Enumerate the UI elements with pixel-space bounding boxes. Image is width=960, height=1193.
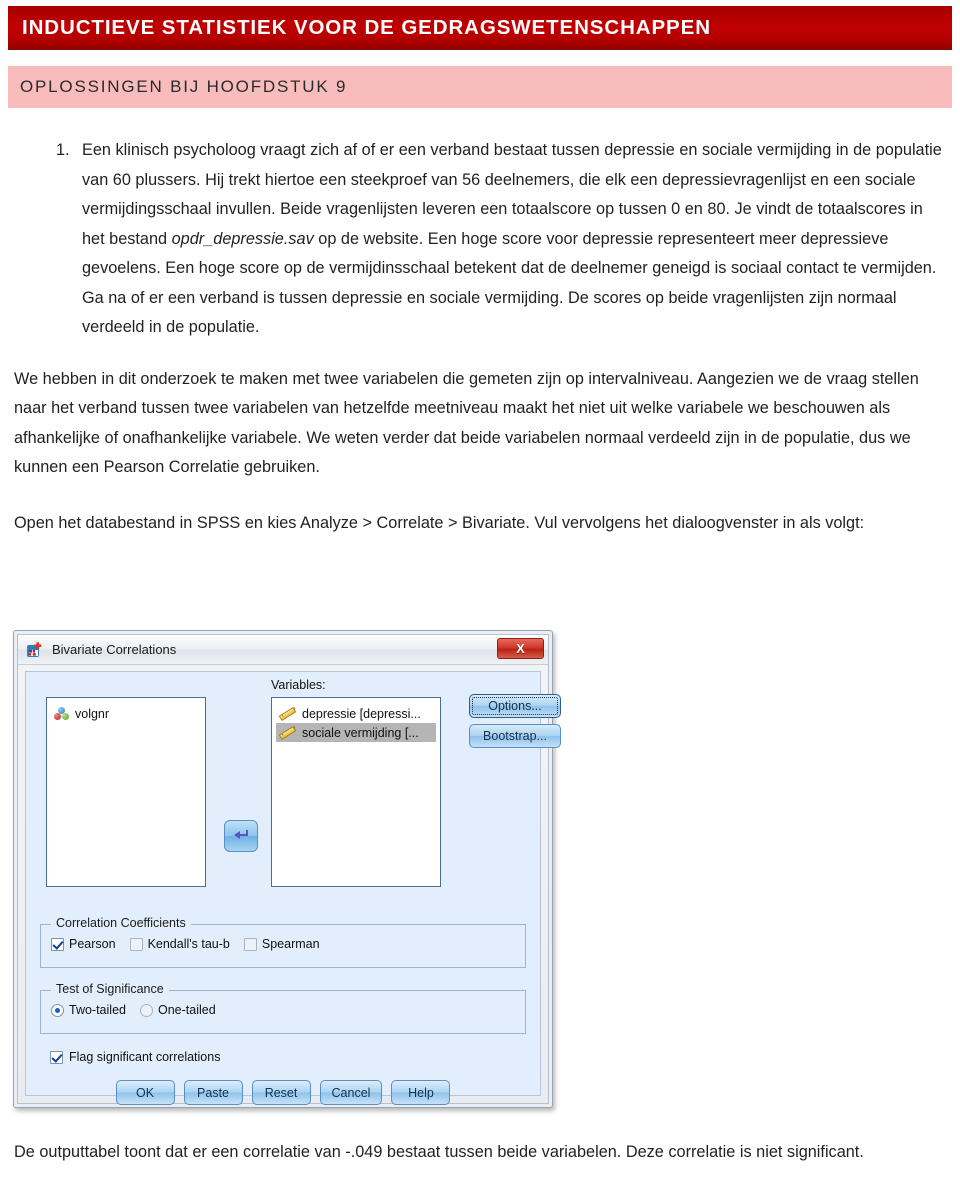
options-button-label: Options... [488, 699, 542, 713]
solution-paragraph-2: Open het databestand in SPSS en kies Ana… [14, 513, 865, 532]
spss-bivariate-correlations-dialog: Bivariate Correlations X volgnr Variable… [13, 630, 561, 1108]
spearman-checkbox[interactable]: Spearman [243, 937, 320, 951]
pearson-label: Pearson [69, 937, 116, 951]
reset-button-label: Reset [264, 1085, 298, 1100]
exercise-item-1: 1. Een klinisch psycholoog vraagt zich a… [14, 136, 946, 343]
list-item-label: volgnr [75, 706, 110, 721]
spss-dialog-icon [26, 641, 44, 659]
list-item[interactable]: depressie [depressi... [276, 704, 436, 723]
bootstrap-button-label: Bootstrap... [483, 729, 547, 743]
ok-button-label: OK [136, 1085, 155, 1100]
one-tailed-label: One-tailed [157, 1003, 216, 1017]
test-of-significance-title: Test of Significance [51, 982, 169, 996]
close-icon[interactable]: X [497, 638, 544, 659]
help-button-label: Help [408, 1085, 434, 1100]
exercise-number: 1. [56, 141, 70, 159]
list-item-label: sociale vermijding [... [302, 725, 419, 740]
options-button[interactable]: Options... [469, 694, 561, 718]
document-title-band: INDUCTIEVE STATISTIEK VOOR DE GEDRAGSWET… [8, 6, 952, 50]
checkbox-checked-icon [51, 937, 64, 951]
pearson-checkbox[interactable]: Pearson [51, 937, 116, 951]
scale-ruler-icon [278, 725, 297, 740]
document-footer: De outputtabel toont dat er een correlat… [0, 1138, 960, 1168]
document-subtitle-band: OPLOSSINGEN BIJ HOOFDSTUK 9 [8, 66, 952, 108]
kendall-tau-b-checkbox[interactable]: Kendall's tau-b [129, 937, 230, 951]
flag-significant-correlations-label: Flag significant correlations [69, 1050, 221, 1064]
cancel-button-label: Cancel [331, 1085, 371, 1100]
paste-button[interactable]: Paste [183, 1080, 243, 1105]
reset-button[interactable]: Reset [251, 1080, 311, 1105]
radio-unselected-icon [139, 1003, 153, 1017]
document-body: 1. Een klinisch psycholoog vraagt zich a… [0, 118, 960, 538]
list-item[interactable]: volgnr [51, 704, 201, 723]
dialog-button-row: OK Paste Reset Cancel Help [26, 1080, 540, 1105]
one-tailed-radio[interactable]: One-tailed [139, 1003, 216, 1017]
list-item[interactable]: sociale vermijding [... [276, 723, 436, 742]
source-variables-list[interactable]: volgnr [46, 697, 206, 887]
exercise-text-part-3: Ga na of er een verband is tussen depres… [82, 288, 897, 337]
list-item-label: depressie [depressi... [302, 706, 421, 721]
nominal-variable-icon [54, 706, 70, 721]
chapter-subtitle: OPLOSSINGEN BIJ HOOFDSTUK 9 [20, 77, 348, 96]
dataset-filename: opdr_depressie.sav [171, 229, 314, 248]
paste-button-label: Paste [197, 1085, 230, 1100]
checkbox-checked-icon [50, 1050, 63, 1064]
flag-significant-correlations-checkbox[interactable]: Flag significant correlations [50, 1050, 220, 1064]
page-title: INDUCTIEVE STATISTIEK VOOR DE GEDRAGSWET… [22, 16, 711, 39]
checkbox-unchecked-icon [243, 937, 257, 951]
cancel-button[interactable]: Cancel [319, 1080, 383, 1105]
two-tailed-label: Two-tailed [69, 1003, 126, 1017]
dialog-frame: Bivariate Correlations X volgnr Variable… [17, 634, 561, 1105]
variables-label: Variables: [271, 678, 326, 692]
dialog-title: Bivariate Correlations [52, 642, 177, 657]
dialog-content: volgnr Variables: depressie [depressi...… [25, 671, 561, 1105]
selected-variables-list[interactable]: depressie [depressi... sociale vermijdin… [271, 697, 441, 887]
variables-label-text: Variables: [271, 678, 326, 692]
kendall-label: Kendall's tau-b [147, 937, 230, 951]
document-page: INDUCTIEVE STATISTIEK VOOR DE GEDRAGSWET… [0, 0, 960, 1193]
correlation-coefficients-group: Correlation Coefficients Pearson Kendall… [40, 916, 526, 968]
bootstrap-button[interactable]: Bootstrap... [469, 724, 561, 748]
move-variable-arrow-button[interactable] [224, 820, 258, 852]
test-of-significance-group: Test of Significance Two-tailed One-tail… [40, 982, 526, 1034]
spearman-label: Spearman [261, 937, 320, 951]
two-tailed-radio[interactable]: Two-tailed [51, 1003, 126, 1017]
help-button[interactable]: Help [391, 1080, 451, 1105]
solution-conclusion: De outputtabel toont dat er een correlat… [14, 1143, 864, 1161]
ok-button[interactable]: OK [115, 1080, 175, 1105]
left-arrow-icon [234, 830, 248, 839]
solution-paragraph-1: We hebben in dit onderzoek te maken met … [14, 369, 919, 477]
dialog-title-bar: Bivariate Correlations X [18, 635, 548, 665]
correlation-coefficients-title: Correlation Coefficients [51, 916, 191, 930]
checkbox-unchecked-icon [129, 937, 143, 951]
radio-selected-icon [51, 1003, 64, 1017]
scale-ruler-icon [278, 706, 297, 721]
